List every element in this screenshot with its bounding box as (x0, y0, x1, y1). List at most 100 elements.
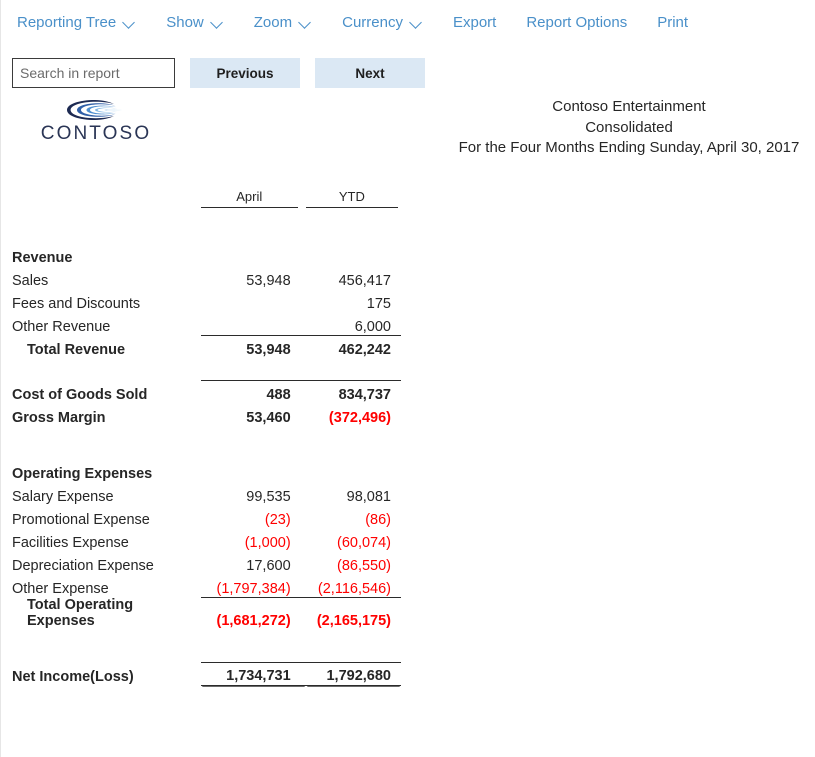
income-statement-table: April YTD Revenue Sales 53,948 456,417 Fees an… (1, 188, 401, 686)
row-value-ytd: (86) (365, 512, 391, 528)
row-label: Depreciation Expense (12, 558, 154, 574)
contoso-swoosh-icon (67, 100, 123, 120)
toolbar-item-currency[interactable]: Currency (342, 15, 423, 30)
row-value-april (200, 312, 306, 336)
toolbar-item-label: Show (166, 13, 204, 31)
table-row: Sales 53,948 456,417 (1, 266, 401, 289)
row-value-april: (1,681,272) (216, 613, 291, 629)
row-value-april: 99,535 (246, 489, 291, 505)
row-value-april (201, 289, 306, 312)
toolbar-item-show[interactable]: Show (166, 15, 224, 30)
row-value-april (201, 243, 306, 266)
row-value-ytd: (2,116,546) (305, 574, 401, 598)
next-button[interactable]: Next (315, 58, 425, 88)
table-row: Depreciation Expense 17,600 (86,550) (1, 551, 401, 574)
column-header-label: YTD (305, 189, 398, 208)
table-row: Salary Expense 99,535 98,081 (1, 482, 401, 505)
row-value-ytd: (372,496) (328, 410, 391, 426)
contoso-logo: CONTOSO (21, 99, 171, 143)
row-value-april: (1,000) (244, 535, 291, 551)
row-value-ytd: 6,000 (305, 312, 401, 336)
row-value-ytd: (2,165,175) (316, 613, 391, 629)
row-value-ytd: 462,242 (338, 342, 391, 358)
previous-button[interactable]: Previous (190, 58, 300, 88)
row-value-april: 488 (200, 379, 306, 403)
search-input[interactable] (12, 58, 175, 88)
table-row: Total Operating Expenses (1,681,272) (2,16… (1, 597, 401, 629)
chevron-down-icon (123, 16, 136, 29)
report-company-name: Contoso Entertainment (552, 98, 706, 115)
row-value-ytd: (86,550) (336, 558, 391, 574)
search-toolbar: Previous Next (12, 58, 425, 88)
report-scope: Consolidated (585, 118, 673, 136)
row-value-ytd (306, 459, 401, 482)
row-value-ytd (306, 243, 401, 266)
row-value-april: 53,948 (246, 342, 291, 358)
column-header-april: April (200, 188, 306, 210)
table-row: Other Revenue 6,000 (1, 312, 401, 336)
row-label: Facilities Expense (12, 535, 129, 551)
row-label: Salary Expense (12, 489, 114, 505)
table-row: Promotional Expense (23) (86) (1, 505, 401, 528)
report-period: For the Four Months Ending Sunday, April… (458, 139, 800, 156)
row-label: Other Revenue (12, 319, 111, 335)
spacer-row (1, 358, 401, 380)
row-value-april: 1,734,731 (200, 661, 306, 686)
spacer-row (1, 629, 401, 662)
row-label: Sales (12, 273, 49, 289)
toolbar-item-zoom[interactable]: Zoom (254, 15, 312, 30)
row-label: Revenue (12, 250, 73, 266)
row-label: Fees and Discounts (12, 296, 141, 312)
column-header-blank (1, 188, 201, 210)
column-header-ytd: YTD (305, 188, 401, 210)
row-value-ytd: 834,737 (305, 379, 401, 403)
row-value-ytd: 456,417 (338, 273, 391, 289)
row-label: Operating Expenses (12, 466, 153, 482)
chevron-down-icon (410, 16, 423, 29)
chevron-down-icon (211, 16, 224, 29)
report-toolbar: Reporting Tree Show Zoom Currency Export Repo… (1, 0, 815, 44)
row-label: Cost of Goods Sold (12, 387, 148, 403)
row-label: Promotional Expense (12, 512, 150, 528)
spacer-row (1, 426, 401, 459)
toolbar-item-export[interactable]: Export (453, 15, 496, 30)
toolbar-item-print[interactable]: Print (657, 15, 688, 30)
row-label: Total Operating Expenses (27, 597, 134, 629)
table-row: Facilities Expense (1,000) (60,074) (1, 528, 401, 551)
row-value-ytd: 98,081 (346, 489, 391, 505)
row-value-april (201, 459, 306, 482)
spacer-row (1, 210, 401, 243)
toolbar-item-label: Print (657, 13, 689, 31)
row-label: Gross Margin (12, 410, 106, 426)
toolbar-item-label: Reporting Tree (17, 13, 117, 31)
table-row: Fees and Discounts 175 (1, 289, 401, 312)
row-value-april: (1,797,384) (200, 574, 306, 598)
table-row: Gross Margin 53,460 (372,496) (1, 403, 401, 426)
row-value-ytd: (60,074) (336, 535, 391, 551)
toolbar-item-reporting-tree[interactable]: Reporting Tree (17, 15, 136, 30)
report-viewer-root: Reporting Tree Show Zoom Currency Export Repo… (0, 0, 815, 757)
logo-wordmark: CONTOSO (40, 123, 152, 144)
toolbar-item-report-options[interactable]: Report Options (526, 15, 627, 30)
chevron-down-icon (299, 16, 312, 29)
row-value-april: (23) (264, 512, 291, 528)
row-label: Net Income(Loss) (12, 669, 134, 685)
row-value-april: 53,460 (246, 410, 291, 426)
toolbar-item-label: Export (452, 13, 497, 31)
statement-header-row: April YTD (1, 188, 401, 210)
table-row: Net Income(Loss) 1,734,731 1,792,680 (1, 661, 401, 686)
table-row: Revenue (1, 243, 401, 266)
toolbar-item-label: Currency (342, 13, 403, 31)
row-value-april: 53,948 (246, 273, 291, 289)
toolbar-item-label: Report Options (526, 13, 628, 31)
toolbar-item-label: Zoom (253, 13, 293, 31)
report-header: Contoso Entertainment Consolidated For t… (443, 97, 815, 159)
row-value-april: 17,600 (246, 558, 291, 574)
row-label: Other Expense (12, 581, 109, 597)
row-value-ytd: 175 (366, 296, 391, 312)
column-header-label: April (200, 189, 298, 208)
table-row: Other Expense (1,797,384) (2,116,546) (1, 574, 401, 598)
row-label: Total Revenue (27, 342, 126, 358)
table-row: Cost of Goods Sold 488 834,737 (1, 379, 401, 403)
row-value-ytd: 1,792,680 (305, 661, 401, 686)
